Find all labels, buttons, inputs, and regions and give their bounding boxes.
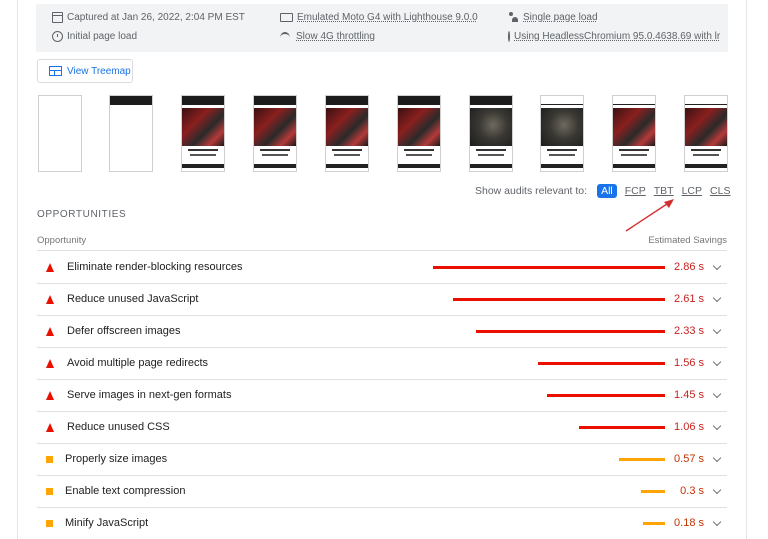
savings-value: 0.18 s	[674, 517, 704, 529]
filter-chip-lcp[interactable]: LCP	[682, 185, 702, 197]
filmstrip-frame	[397, 95, 441, 172]
savings-value: 2.86 s	[674, 261, 704, 273]
chevron-down-icon[interactable]	[712, 421, 722, 431]
device-info[interactable]: Emulated Moto G4 with Lighthouse 9.0.0	[280, 12, 478, 23]
audit-title: Eliminate render-blocking resources	[67, 261, 243, 273]
filmstrip-frame	[540, 95, 584, 172]
savings-bar	[433, 266, 665, 269]
audit-row[interactable]: Enable text compression 0.3 s	[37, 476, 727, 508]
view-treemap-button[interactable]: View Treemap	[37, 59, 133, 83]
savings-value: 1.06 s	[674, 421, 704, 433]
device-text: Emulated Moto G4 with Lighthouse 9.0.0	[297, 12, 478, 23]
savings-bar	[476, 330, 665, 333]
audit-title: Defer offscreen images	[67, 325, 181, 337]
load-type-info: Initial page load	[52, 31, 137, 42]
average-square-icon	[46, 488, 53, 495]
audit-title: Properly size images	[65, 453, 168, 465]
audit-row[interactable]: Eliminate render-blocking resources 2.86 …	[37, 252, 727, 284]
load-type-text: Initial page load	[67, 31, 138, 42]
audit-title: Enable text compression	[65, 485, 186, 497]
savings-bar	[619, 458, 665, 461]
savings-bar	[538, 362, 665, 365]
savings-value: 1.45 s	[674, 389, 704, 401]
chevron-down-icon[interactable]	[712, 485, 722, 495]
audit-title: Serve images in next-gen formats	[67, 389, 232, 401]
session-text: Single page load	[523, 12, 598, 23]
fail-triangle-icon	[46, 423, 54, 432]
savings-value: 2.61 s	[674, 293, 704, 305]
browser-info[interactable]: Using HeadlessChromium 95.0.4638.69 with…	[508, 31, 720, 42]
average-square-icon	[46, 520, 53, 527]
audit-row[interactable]: Avoid multiple page redirects 1.56 s	[37, 348, 727, 380]
average-square-icon	[46, 456, 53, 463]
fail-triangle-icon	[46, 263, 54, 272]
audit-row[interactable]: Minify JavaScript 0.18 s	[37, 508, 727, 539]
filmstrip-frame	[38, 95, 82, 172]
calendar-icon	[52, 12, 63, 23]
estimated-savings-column-label: Estimated Savings	[648, 235, 727, 246]
opportunities-heading: OPPORTUNITIES	[37, 209, 127, 220]
savings-value: 1.56 s	[674, 357, 704, 369]
audit-row[interactable]: Properly size images 0.57 s	[37, 444, 727, 476]
environment-info: Captured at Jan 26, 2022, 2:04 PM EST In…	[36, 4, 728, 52]
filmstrip-frame	[325, 95, 369, 172]
captured-info: Captured at Jan 26, 2022, 2:04 PM EST	[52, 12, 245, 23]
audit-row[interactable]: Reduce unused CSS 1.06 s	[37, 412, 727, 444]
opportunity-column-label: Opportunity	[37, 235, 87, 246]
browser-text: Using HeadlessChromium 95.0.4638.69 with…	[514, 31, 720, 42]
filmstrip-frame	[253, 95, 297, 172]
filter-chip-all[interactable]: All	[597, 184, 617, 198]
savings-value: 0.57 s	[674, 453, 704, 465]
audit-title: Minify JavaScript	[65, 517, 149, 529]
filmstrip-frame	[469, 95, 513, 172]
timer-icon	[52, 31, 63, 42]
audit-filter-label: Show audits relevant to:	[475, 185, 588, 197]
savings-bar	[641, 490, 665, 493]
fail-triangle-icon	[46, 391, 54, 400]
audit-row[interactable]: Defer offscreen images 2.33 s	[37, 316, 727, 348]
filmstrip-frame	[684, 95, 728, 172]
fail-triangle-icon	[46, 295, 54, 304]
device-icon	[280, 13, 293, 22]
chevron-down-icon[interactable]	[712, 261, 722, 271]
chevron-down-icon[interactable]	[712, 517, 722, 527]
captured-text: Captured at Jan 26, 2022, 2:04 PM EST	[67, 12, 245, 23]
chevron-down-icon[interactable]	[712, 325, 722, 335]
person-icon	[508, 12, 519, 23]
throttling-text: Slow 4G throttling	[296, 31, 375, 42]
audit-title: Reduce unused JavaScript	[67, 293, 199, 305]
filmstrip-frame	[109, 95, 153, 172]
opportunities-header: Opportunity Estimated Savings	[37, 229, 727, 251]
view-treemap-label: View Treemap	[67, 65, 131, 77]
audit-row[interactable]: Serve images in next-gen formats 1.45 s	[37, 380, 727, 412]
savings-bar	[579, 426, 665, 429]
audit-title: Avoid multiple page redirects	[67, 357, 209, 369]
chevron-down-icon[interactable]	[712, 293, 722, 303]
fail-triangle-icon	[46, 359, 54, 368]
audit-filter: Show audits relevant to: All FCP TBT LCP…	[475, 184, 738, 198]
savings-bar	[547, 394, 665, 397]
filter-chip-cls[interactable]: CLS	[710, 185, 730, 197]
session-info[interactable]: Single page load	[508, 12, 598, 23]
network-icon	[280, 31, 292, 42]
savings-bar	[453, 298, 665, 301]
chevron-down-icon[interactable]	[712, 453, 722, 463]
savings-value: 0.3 s	[680, 485, 704, 497]
savings-value: 2.33 s	[674, 325, 704, 337]
filmstrip-frame	[181, 95, 225, 172]
audit-title: Reduce unused CSS	[67, 421, 170, 433]
savings-bar	[643, 522, 665, 525]
audit-row[interactable]: Reduce unused JavaScript 2.61 s	[37, 284, 727, 316]
browser-icon	[508, 31, 510, 42]
treemap-icon	[49, 66, 62, 76]
filmstrip	[38, 95, 730, 172]
filmstrip-frame	[612, 95, 656, 172]
chevron-down-icon[interactable]	[712, 389, 722, 399]
fail-triangle-icon	[46, 327, 54, 336]
chevron-down-icon[interactable]	[712, 357, 722, 367]
throttling-info[interactable]: Slow 4G throttling	[280, 31, 375, 42]
